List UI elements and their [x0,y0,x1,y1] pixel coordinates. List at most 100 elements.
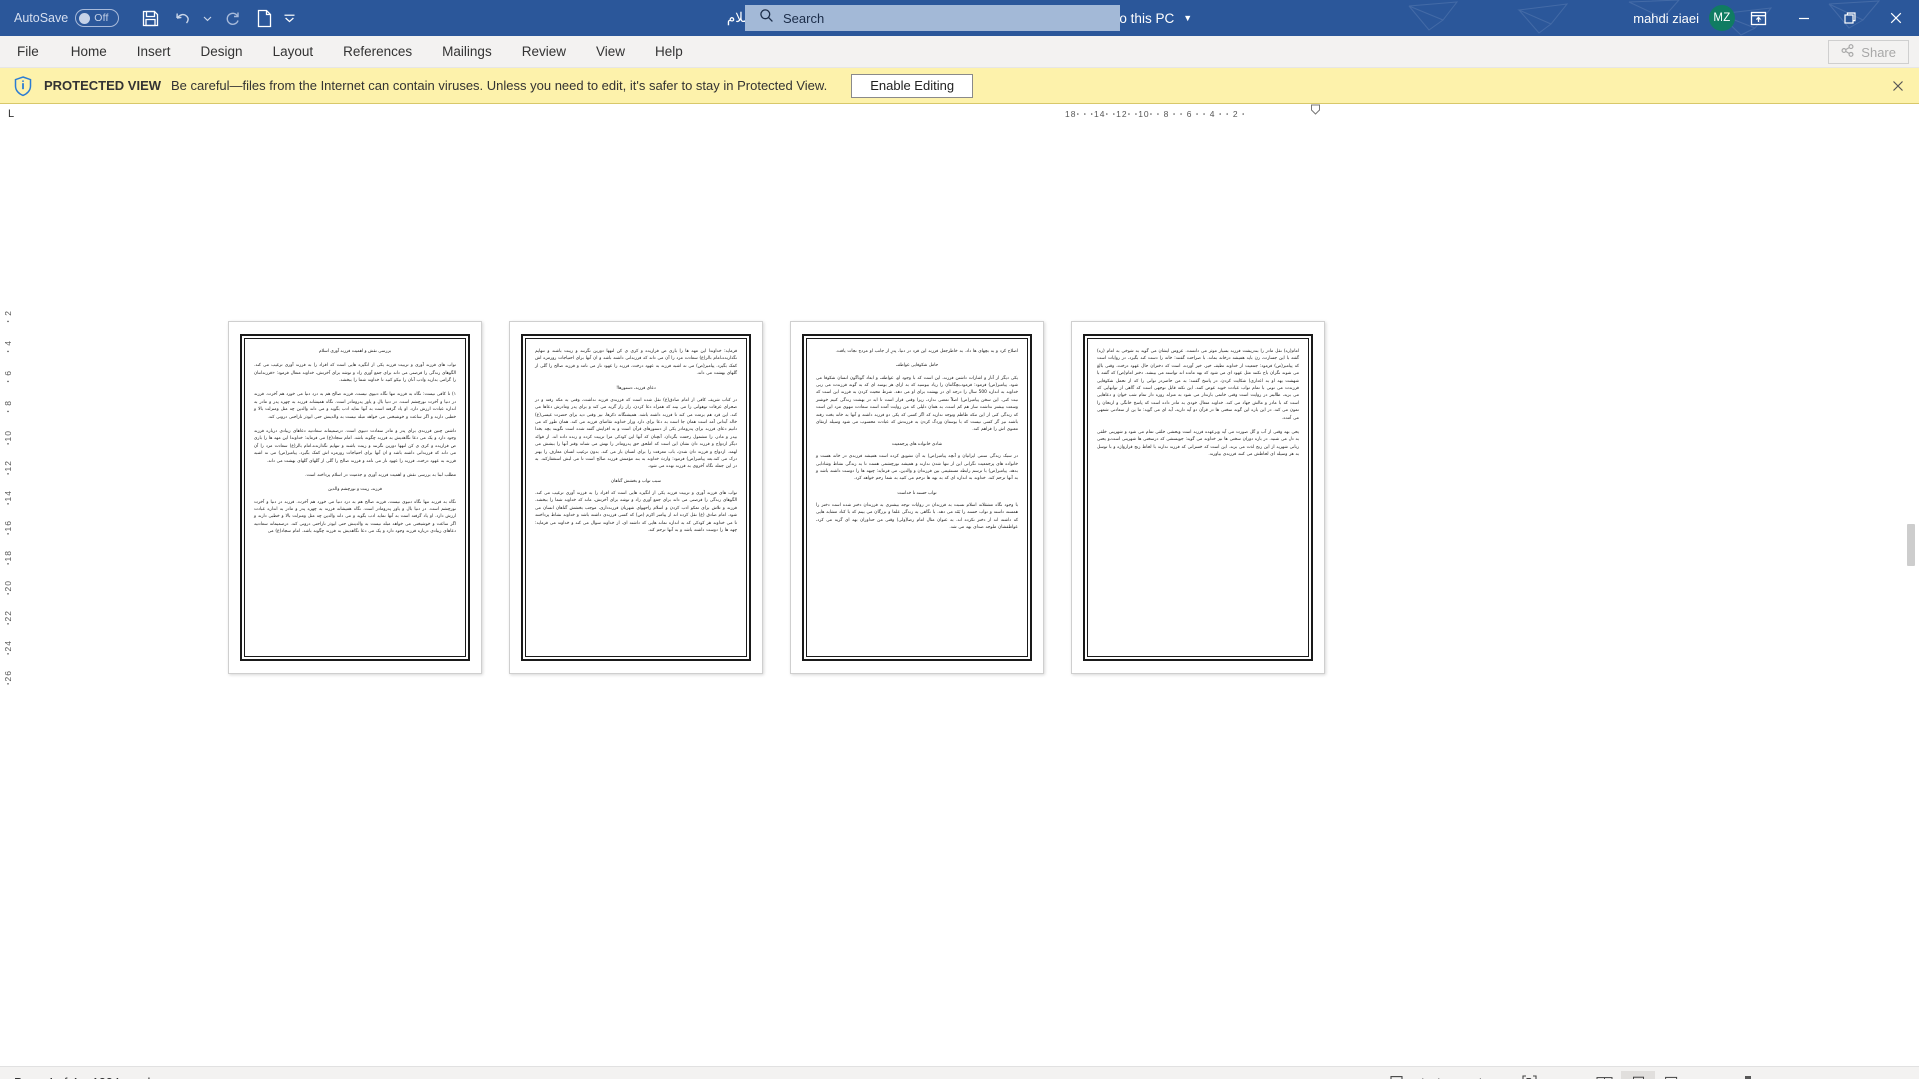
page-content: اصلاح کرد و به بچهای ها داد. به خاطرجعل … [806,338,1028,657]
zoom-slider-handle[interactable] [1745,1075,1751,1079]
paragraph: اصلاح کرد و به بچهای ها داد. به خاطرجعل … [835,349,1018,354]
enable-editing-button[interactable]: Enable Editing [851,73,974,98]
undo-icon[interactable] [167,4,197,32]
undo-dropdown-icon[interactable] [199,4,215,32]
zoom-in-button[interactable]: + [1841,1071,1867,1079]
new-document-icon[interactable] [249,4,279,32]
status-bar-right: Display Settings Focus [1380,1067,1909,1079]
vruler-tick-0: ꞏ 2 [3,310,13,323]
save-icon[interactable] [135,4,165,32]
vruler-tick-10: ꞏ22 [3,610,13,626]
autosave-control[interactable]: AutoSave Off [14,9,120,27]
paragraph: تواب های فرزند آوری و تربیت فرزند یکی از… [535,491,737,534]
tab-references[interactable]: References [328,36,427,67]
page-border-outer: اصلاح کرد و به بچهای ها داد. به خاطرجعل … [802,334,1032,661]
web-layout-icon[interactable] [1655,1071,1689,1079]
close-icon[interactable] [1873,0,1919,36]
account-name[interactable]: mahdi ziaei [1633,11,1699,26]
page-content: بررسی نقش و اهمیت فرزند آوری اسلام تواب … [244,338,466,657]
page-border-outer: بررسی نقش و اهمیت فرزند آوری اسلام تواب … [240,334,470,661]
chevron-down-icon[interactable]: ▼ [1183,13,1192,23]
vertical-scrollbar[interactable] [1905,124,1917,1066]
search-placeholder: Search [783,10,825,26]
autosave-toggle-knob [79,12,91,24]
focus-icon [1522,1074,1537,1079]
ribbon-tab-bar: File Home Insert Design Layout Reference… [0,36,1919,68]
search-icon [759,8,774,28]
zoom-slider[interactable] [1723,1071,1841,1079]
protected-view-banner: PROTECTED VIEW Be careful—files from the… [0,68,1919,104]
tab-home[interactable]: Home [56,36,122,67]
vruler-tick-2: ꞏ 6 [3,370,13,383]
paragraph: داشتن چنین فرزندی برای پدر و مادر سعادت … [254,429,456,464]
tab-mailings[interactable]: Mailings [427,36,507,67]
tab-layout[interactable]: Layout [258,36,329,67]
customize-qat-icon[interactable] [281,4,297,32]
vruler-tick-7: ꞏ16 [3,520,13,536]
shield-info-icon [12,75,34,97]
titlebar-right-controls: mahdi ziaei MZ [1633,0,1919,36]
minimize-icon[interactable] [1781,0,1827,36]
ruler-row: L 18ꞏ ꞏ ꞏ14ꞏ ꞏ12ꞏ ꞏ10ꞏ ꞏ 8 ꞏ ꞏ 6 ꞏ ꞏ 4 ꞏ… [0,104,1919,124]
read-mode-icon[interactable] [1587,1071,1621,1079]
protected-view-title: PROTECTED VIEW [44,78,162,93]
document-workspace[interactable]: ꞏ 2 ꞏ 4 ꞏ 6 ꞏ 8 ꞏ10 ꞏ12 ꞏ14 ꞏ16 ꞏ18 ꞏ20 … [0,124,1919,1066]
search-input[interactable]: Search [745,5,1120,31]
document-page[interactable]: فرماید: خداوندا این مهه ها را باری ص فرا… [509,321,763,674]
tab-help[interactable]: Help [640,36,698,67]
ruler-indent-marker-icon[interactable] [1311,104,1320,122]
paragraph: یحی بهه وقتی از آب و گل صورت می آید وبرع… [1097,429,1299,458]
paragraph: مطلب لبنا به بررسی نقش و اهمیت فرزند آور… [305,472,456,478]
page-border-outer: امام(ره) نقل مادر را بندریشت فرزند بسیار… [1083,334,1313,661]
document-page[interactable]: امام(ره) نقل مادر را بندریشت فرزند بسیار… [1071,321,1325,674]
vruler-tick-4: ꞏ10 [3,430,13,446]
close-icon[interactable] [1889,77,1907,95]
tab-file[interactable]: File [0,36,56,67]
quick-access-toolbar [135,4,297,32]
share-icon [1841,44,1854,60]
vruler-tick-6: ꞏ14 [3,490,13,506]
section-heading: حامل شکوفایی عواطف [895,363,939,369]
protected-view-message: Be careful—files from the Internet can c… [171,78,828,93]
vruler-tick-11: ꞏ24 [3,640,13,656]
paragraph: فرماید: خداوندا این مهه ها را باری ص فرا… [535,349,737,377]
paragraph: با وجود نگاه مشقلانه اسلام نسبت به فرزند… [816,502,1018,531]
tab-review[interactable]: Review [507,36,581,67]
title-bar: AutoSave Off اسلام Saved to this PC ▼ Se… [0,0,1919,36]
share-button[interactable]: Share [1828,40,1909,64]
document-page[interactable]: اصلاح کرد و به بچهای ها داد. به خاطرجعل … [790,321,1044,674]
tab-stop-selector[interactable]: L [0,104,22,124]
paragraph: نگاه به فرزند تنها نگاه دنیوی نیست، فرزن… [254,499,456,535]
restore-icon[interactable] [1827,0,1873,36]
avatar[interactable]: MZ [1709,5,1735,31]
page-border-outer: فرماید: خداوندا این مهه ها را باری ص فرا… [521,334,751,661]
focus-button[interactable]: Focus [1512,1071,1587,1079]
document-page[interactable]: بررسی نقش و اهمیت فرزند آوری اسلام تواب … [228,321,482,674]
section-heading: تواب حسنه تا خداست [897,490,937,496]
print-layout-icon[interactable] [1621,1070,1655,1079]
tab-insert[interactable]: Insert [122,36,186,67]
tab-design[interactable]: Design [186,36,258,67]
vruler-tick-9: ꞏ20 [3,580,13,596]
page-heading: بررسی نقش و اهمیت فرزند آوری اسلام [318,349,392,354]
status-bar: Page 4 of 4 1334 words Display Settings [0,1066,1919,1079]
vertical-ruler[interactable]: ꞏ 2 ꞏ 4 ꞏ 6 ꞏ 8 ꞏ10 ꞏ12 ꞏ14 ꞏ16 ꞏ18 ꞏ20 … [0,124,22,1066]
autosave-toggle[interactable]: Off [75,9,120,27]
scrollbar-thumb[interactable] [1907,524,1915,566]
zoom-control[interactable]: − + 34% [1697,1071,1909,1079]
vruler-tick-8: ꞏ18 [3,550,13,566]
section-heading: فرزند، زینت و نورچشم والدین [328,487,382,493]
zoom-out-button[interactable]: − [1697,1071,1723,1079]
autosave-toggle-state: Off [94,12,109,24]
section-heading: دعای فرزند، دستورها! [616,385,656,391]
display-settings-button[interactable]: Display Settings [1380,1071,1512,1079]
share-label: Share [1861,44,1896,60]
vruler-tick-12: ꞏ26 [3,670,13,686]
section-heading: شادی خانواده های پرجمعیت [891,441,943,447]
redo-icon[interactable] [217,4,247,32]
paragraph: یکی دیگر از آثار و اشارات داشتن فرزند، ا… [816,375,1018,433]
ribbon-display-options-icon[interactable] [1735,0,1781,36]
display-settings-icon [1390,1075,1406,1079]
tab-view[interactable]: View [581,36,640,67]
vruler-tick-3: ꞏ 8 [3,400,13,413]
